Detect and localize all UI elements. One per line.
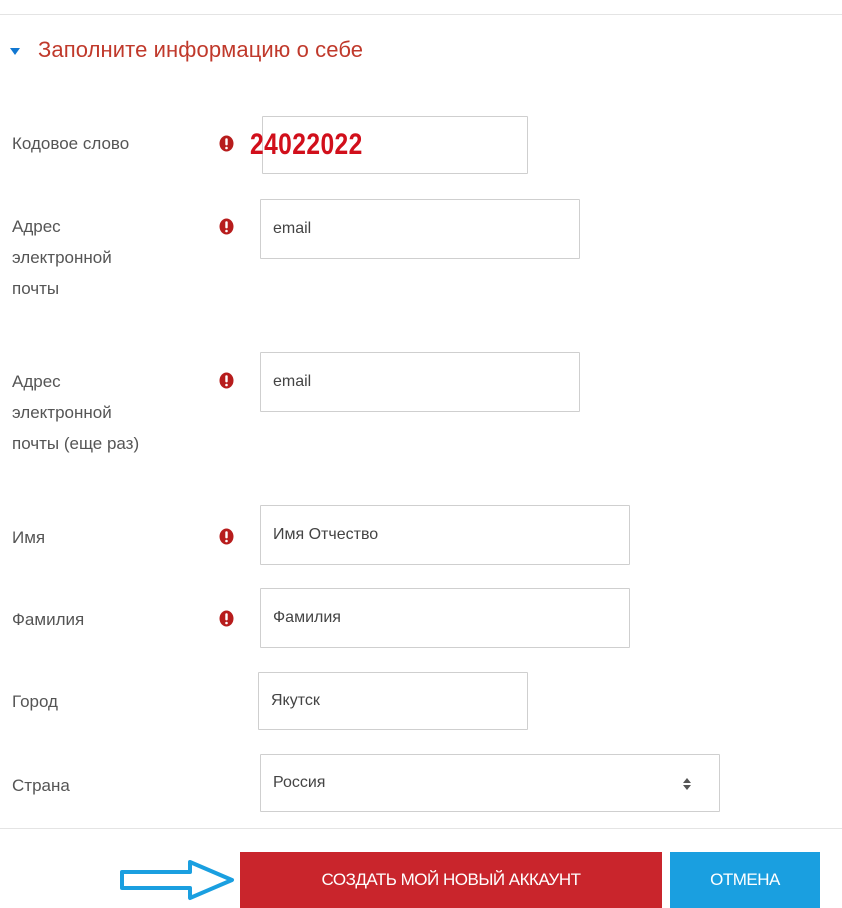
first-name-label: Имя <box>12 528 46 547</box>
email-field[interactable]: email <box>260 199 580 259</box>
exclamation-circle-icon <box>219 610 234 627</box>
email-repeat-label-line: электронной <box>12 403 112 422</box>
cancel-button[interactable]: ОТМЕНА <box>670 852 820 908</box>
section-toggle[interactable]: Заполните информацию о себе <box>10 36 363 64</box>
email-label-line: электронной <box>12 248 112 267</box>
email-repeat-label-line: почты (еще раз) <box>12 434 140 453</box>
arrow-right-icon <box>118 858 240 902</box>
email-label: Адрес электронной почты <box>12 215 112 300</box>
last-name-field[interactable]: Фамилия <box>260 588 630 648</box>
city-label: Город <box>12 692 58 711</box>
last-name-label: Фамилия <box>12 610 85 629</box>
country-select[interactable]: Россия <box>260 754 720 812</box>
email-label-line: Адрес <box>12 217 61 236</box>
triangle-down-icon[interactable] <box>10 47 20 55</box>
bottom-divider <box>0 828 842 829</box>
email-label-line: почты <box>12 279 60 298</box>
exclamation-circle-icon <box>219 135 234 152</box>
country-label: Страна <box>12 776 70 795</box>
codeword-label: Кодовое слово <box>12 134 130 153</box>
email-repeat-label: Адрес электронной почты (еще раз) <box>12 370 139 455</box>
create-account-button[interactable]: СОЗДАТЬ МОЙ НОВЫЙ АККАУНТ <box>240 852 662 908</box>
codeword-value: 24022022 <box>250 128 363 161</box>
top-divider <box>0 14 842 15</box>
exclamation-circle-icon <box>219 528 234 545</box>
city-field[interactable]: Якутск <box>258 672 528 730</box>
email-repeat-label-line: Адрес <box>12 372 61 391</box>
sort-arrows-icon <box>683 777 691 790</box>
exclamation-circle-icon <box>219 372 234 389</box>
email-repeat-field[interactable]: email <box>260 352 580 412</box>
country-select-value: Россия <box>273 774 326 791</box>
first-name-field[interactable]: Имя Отчество <box>260 505 630 565</box>
section-title: Заполните информацию о себе <box>38 37 364 62</box>
exclamation-circle-icon <box>219 218 234 235</box>
